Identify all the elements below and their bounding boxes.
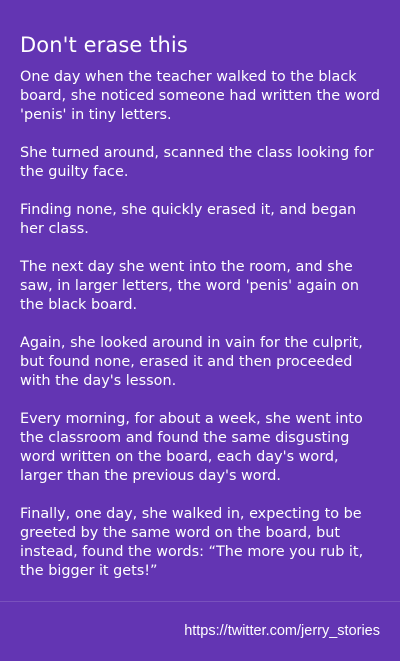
story-paragraph: Again, she looked around in vain for the… bbox=[20, 335, 363, 389]
story-title: Don't erase this bbox=[20, 33, 188, 57]
story-paragraph: Every morning, for about a week, she wen… bbox=[20, 411, 363, 484]
story-paragraph: She turned around, scanned the class loo… bbox=[20, 145, 374, 180]
source-link[interactable]: https://twitter.com/jerry_stories bbox=[184, 622, 380, 640]
story-paragraph: Finding none, she quickly erased it, and… bbox=[20, 202, 357, 237]
story-paragraph: The next day she went into the room, and… bbox=[20, 259, 360, 313]
story-body: One day when the teacher walked to the b… bbox=[20, 68, 382, 600]
footer-divider bbox=[0, 601, 400, 602]
story-paragraph: Finally, one day, she walked in, expecti… bbox=[20, 506, 364, 579]
story-paragraph: One day when the teacher walked to the b… bbox=[20, 69, 381, 123]
story-card: Don't erase this One day when the teache… bbox=[0, 0, 400, 661]
